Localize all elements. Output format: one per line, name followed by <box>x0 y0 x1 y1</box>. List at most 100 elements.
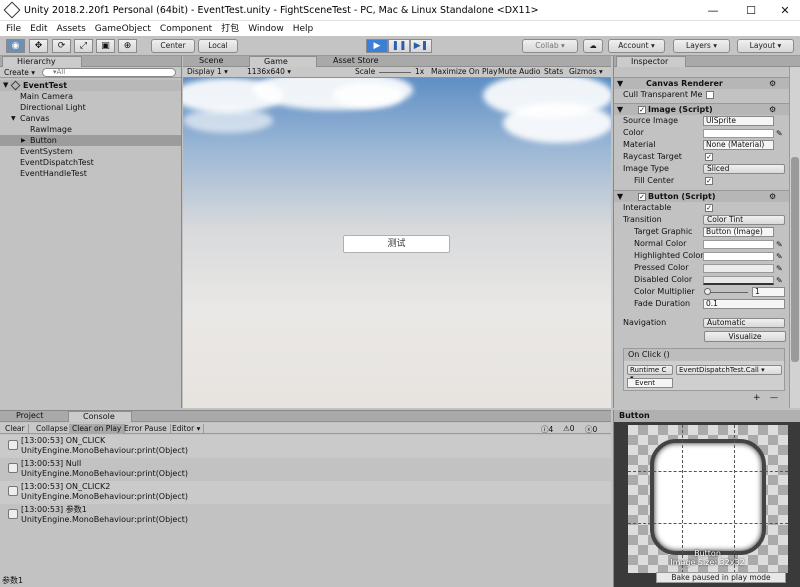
maximize-on-play-toggle[interactable]: Maximize On Play <box>431 67 498 77</box>
minimize-button[interactable]: — <box>696 2 730 19</box>
component-menu-icon[interactable]: ⚙ <box>769 78 776 89</box>
clear-button[interactable]: Clear <box>2 424 29 434</box>
menu-file[interactable]: File <box>6 22 21 36</box>
cloud-icon[interactable]: ☁ <box>583 39 603 53</box>
runtime-dropdown[interactable]: Runtime C ▾ <box>627 365 673 382</box>
console-log-entry[interactable]: [13:00:53] ON_CLICK UnityEngine.MonoBehav… <box>0 435 611 458</box>
inspector-scrollbar[interactable] <box>789 67 800 408</box>
expand-arrow-icon[interactable]: ▼ <box>11 113 16 124</box>
hierarchy-item[interactable]: EventHandleTest <box>0 168 181 179</box>
display-dropdown[interactable]: Display 1 ▾ <box>187 67 228 77</box>
play-button-icon[interactable]: ▶ <box>366 39 388 53</box>
fade-duration-field[interactable]: 0.1 <box>703 299 785 309</box>
add-event-button[interactable]: + <box>753 393 761 403</box>
rect-tool-icon[interactable]: ▣ <box>96 39 115 53</box>
collapse-arrow-icon[interactable]: ▼ <box>617 104 623 115</box>
account-button[interactable]: Account ▾ <box>608 39 665 53</box>
move-tool-icon[interactable]: ✥ <box>29 39 48 53</box>
target-graphic-field[interactable]: Button (Image) <box>703 227 774 237</box>
pivot-local-button[interactable]: Local <box>198 39 238 53</box>
expand-arrow-icon[interactable]: ▶ <box>21 135 26 146</box>
collapse-arrow-icon[interactable]: ▼ <box>617 191 623 202</box>
pivot-center-button[interactable]: Center <box>151 39 195 53</box>
material-field[interactable]: None (Material) <box>703 140 774 150</box>
error-count-icon[interactable]: ⓧ0 <box>585 424 597 435</box>
game-viewport[interactable]: 测试 <box>183 78 611 408</box>
image-type-dropdown[interactable]: Sliced <box>703 164 785 174</box>
navigation-dropdown[interactable]: Automatic <box>703 318 785 328</box>
color-swatch[interactable] <box>703 129 774 138</box>
rotate-tool-icon[interactable]: ⟳ <box>52 39 71 53</box>
hierarchy-item[interactable]: ▶ Button <box>0 135 181 146</box>
tab-asset-store[interactable]: Asset Store <box>319 56 399 67</box>
tab-project[interactable]: Project <box>2 411 66 422</box>
method-dropdown[interactable]: EventDispatchTest.Call ▾ <box>676 365 782 375</box>
resolution-dropdown[interactable]: 1136x640 ▾ <box>247 67 291 77</box>
hierarchy-item[interactable]: Directional Light <box>0 102 181 113</box>
remove-event-button[interactable]: — <box>770 393 778 402</box>
button-enabled-checkbox[interactable]: ✓ <box>638 193 646 201</box>
menu-gameobject[interactable]: GameObject <box>95 22 151 36</box>
image-component-header[interactable]: ▼ ✓ Image (Script) ⚙ <box>614 103 789 115</box>
multiplier-slider-thumb[interactable] <box>704 288 711 295</box>
menu-assets[interactable]: Assets <box>57 22 86 36</box>
step-button-icon[interactable]: ▶❚ <box>410 39 432 53</box>
console-log-entry[interactable]: [13:00:53] Null UnityEngine.MonoBehaviour… <box>0 458 611 481</box>
visualize-button[interactable]: Visualize <box>704 331 786 342</box>
fill-center-checkbox[interactable]: ✓ <box>705 177 713 185</box>
hierarchy-item[interactable]: RawImage <box>0 124 181 135</box>
highlighted-color-swatch[interactable] <box>703 252 774 261</box>
component-menu-icon[interactable]: ⚙ <box>769 191 776 202</box>
raycast-checkbox[interactable]: ✓ <box>705 153 713 161</box>
mute-audio-toggle[interactable]: Mute Audio <box>498 67 540 77</box>
pressed-color-swatch[interactable] <box>703 264 774 273</box>
collab-button[interactable]: Collab ▾ <box>522 39 578 53</box>
layers-button[interactable]: Layers ▾ <box>673 39 730 53</box>
menu-component[interactable]: Component <box>160 22 212 36</box>
event-object-field[interactable]: Event <box>627 378 673 388</box>
pause-button-icon[interactable]: ❚❚ <box>388 39 410 53</box>
editor-dropdown[interactable]: Editor ▾ <box>169 424 205 434</box>
scale-tool-icon[interactable]: ⤢ <box>74 39 93 53</box>
hierarchy-search-input[interactable]: ▾All <box>42 68 176 77</box>
tab-console[interactable]: Console <box>68 411 132 422</box>
hierarchy-item[interactable]: Main Camera <box>0 91 181 102</box>
transform-tool-icon[interactable]: ⊕ <box>118 39 137 53</box>
normal-color-swatch[interactable] <box>703 240 774 249</box>
multiplier-slider[interactable] <box>706 292 748 293</box>
game-ui-button[interactable]: 测试 <box>343 235 450 253</box>
image-enabled-checkbox[interactable]: ✓ <box>638 106 646 114</box>
hierarchy-item[interactable]: EventSystem <box>0 146 181 157</box>
console-log-entry[interactable]: [13:00:53] 参数1 UnityEngine.MonoBehaviour:… <box>0 504 611 527</box>
button-component-header[interactable]: ▼ ✓ Button (Script) ⚙ <box>614 190 789 202</box>
transition-dropdown[interactable]: Color Tint <box>703 215 785 225</box>
menu-help[interactable]: Help <box>293 22 314 36</box>
canvas-renderer-header[interactable]: ▼ Canvas Renderer ⚙ <box>614 77 789 89</box>
close-button[interactable]: ✕ <box>768 2 800 19</box>
menu-package[interactable]: 打包 <box>221 22 239 36</box>
source-image-field[interactable]: UISprite <box>703 116 774 126</box>
expand-arrow-icon[interactable]: ▼ <box>3 80 8 91</box>
clear-on-play-button[interactable]: Clear on Play <box>69 424 126 434</box>
cull-checkbox[interactable] <box>706 91 714 99</box>
menu-edit[interactable]: Edit <box>30 22 47 36</box>
gizmos-dropdown[interactable]: Gizmos ▾ <box>569 67 603 77</box>
component-menu-icon[interactable]: ⚙ <box>769 104 776 115</box>
log-count-icon[interactable]: ⓘ4 <box>541 424 553 435</box>
view-tool-eye-icon[interactable]: ◉ <box>6 39 25 53</box>
menu-window[interactable]: Window <box>248 22 284 36</box>
maximize-button[interactable]: ☐ <box>734 2 768 19</box>
stats-toggle[interactable]: Stats <box>544 67 563 77</box>
interactable-checkbox[interactable]: ✓ <box>705 204 713 212</box>
disabled-color-swatch[interactable] <box>703 276 774 285</box>
collapse-arrow-icon[interactable]: ▼ <box>617 78 623 89</box>
create-button[interactable]: Create ▾ <box>4 68 35 77</box>
collapse-button[interactable]: Collapse <box>33 424 72 434</box>
multiplier-field[interactable]: 1 <box>752 287 785 297</box>
console-log-entry[interactable]: [13:00:53] ON_CLICK2 UnityEngine.MonoBeha… <box>0 481 611 504</box>
tab-game[interactable]: Game <box>249 56 317 67</box>
tab-scene[interactable]: Scene <box>185 56 247 67</box>
scrollbar-thumb[interactable] <box>791 157 799 362</box>
hierarchy-item[interactable]: EventDispatchTest <box>0 157 181 168</box>
error-pause-button[interactable]: Error Pause <box>121 424 171 434</box>
